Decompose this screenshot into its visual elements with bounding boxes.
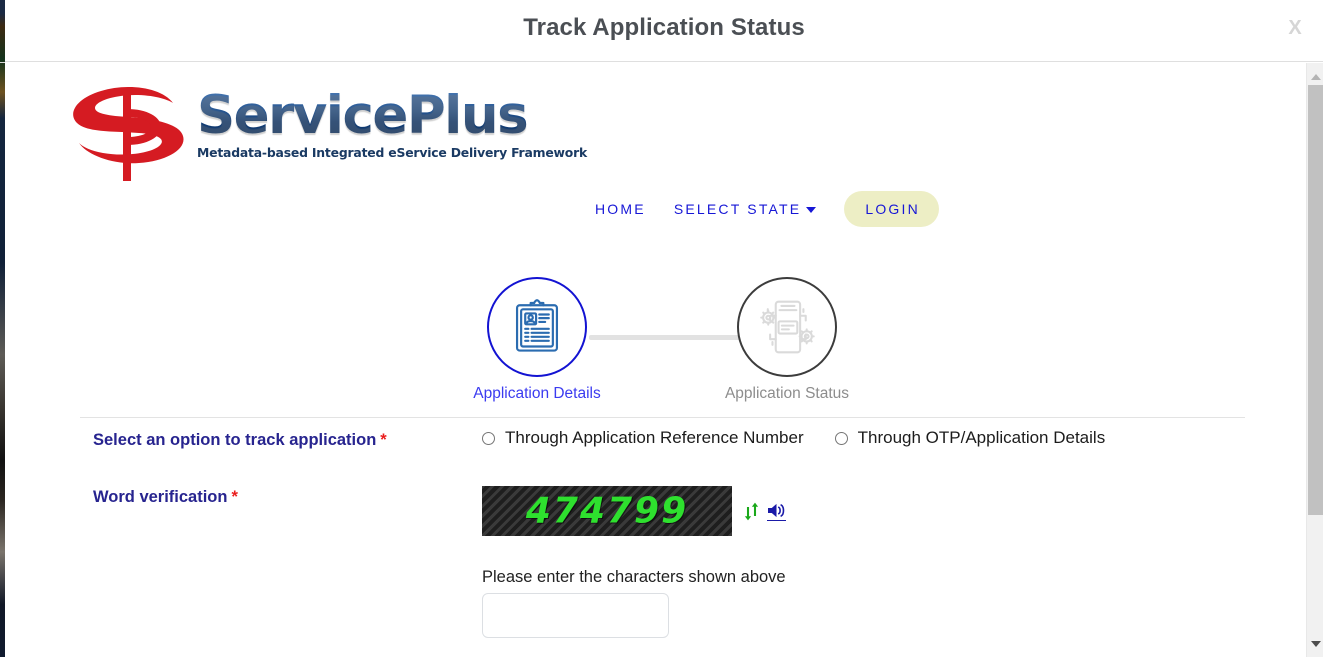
brand-name: ServicePlus [197, 89, 557, 142]
modal-scrollbar[interactable] [1306, 63, 1323, 657]
close-icon[interactable]: X [1281, 13, 1309, 41]
captcha-image: 474799 [482, 486, 732, 536]
stepper-step-1-label: Application Details [473, 385, 601, 402]
page-title: Track Application Status [523, 14, 805, 41]
captcha-input[interactable] [482, 593, 669, 638]
option-field-label: Select an option to track application * [93, 431, 387, 450]
background-page-sliver [0, 0, 5, 657]
radio-option-reference-number-label: Through Application Reference Number [505, 428, 804, 447]
serviceplus-s-swoosh-logo-icon [69, 81, 191, 186]
refresh-captcha-icon[interactable] [743, 502, 760, 521]
radio-option-otp-details-label: Through OTP/Application Details [857, 428, 1106, 447]
scroll-down-arrow-icon[interactable] [1307, 635, 1323, 652]
document-gears-icon [760, 300, 815, 354]
modal-header: Track Application Status X [5, 0, 1323, 62]
scroll-up-arrow-icon[interactable] [1307, 68, 1323, 85]
background-page-sliver-divider [0, 62, 5, 63]
brand-logo[interactable]: ServicePlus Metadata-based Integrated eS… [69, 81, 588, 186]
required-marker: * [231, 488, 238, 506]
track-option-radio-group: Through Application Reference Number Thr… [482, 428, 1105, 448]
captcha-value: 474799 [525, 490, 689, 532]
progress-stepper: Application Details Application Status [5, 203, 1295, 418]
captcha-hint-text: Please enter the characters shown above [482, 568, 786, 586]
word-verification-label-text: Word verification [93, 488, 228, 506]
speaker-audio-captcha-icon[interactable] [767, 502, 786, 521]
required-marker: * [380, 431, 387, 449]
stepper-step-application-status[interactable]: Application Status [707, 277, 867, 403]
section-divider [80, 417, 1245, 418]
track-application-status-modal: Track Application Status X ServicePlus M… [0, 0, 1323, 657]
scrollbar-thumb[interactable] [1308, 85, 1323, 515]
radio-button-icon[interactable] [834, 431, 848, 445]
brand-tagline: Metadata-based Integrated eService Deliv… [197, 145, 588, 160]
stepper-step-2-label: Application Status [724, 385, 850, 402]
radio-option-reference-number[interactable]: Through Application Reference Number [482, 428, 804, 448]
site-header: ServicePlus Metadata-based Integrated eS… [5, 63, 1295, 227]
stepper-step-application-details[interactable]: Application Details [457, 277, 617, 403]
clipboard-person-form-icon [515, 299, 559, 352]
captcha-block: 474799 [482, 486, 786, 536]
radio-button-icon[interactable] [482, 431, 495, 445]
brand-wordmark: ServicePlus Metadata-based Integrated eS… [197, 89, 588, 160]
radio-option-otp-details[interactable]: Through OTP/Application Details [834, 428, 1106, 448]
word-verification-field-label: Word verification * [93, 488, 238, 507]
stepper-step-1-circle [487, 277, 587, 377]
modal-body: ServicePlus Metadata-based Integrated eS… [5, 63, 1323, 657]
stepper-step-2-circle [737, 277, 837, 377]
option-field-label-text: Select an option to track application [93, 431, 377, 449]
captcha-actions [743, 502, 786, 521]
